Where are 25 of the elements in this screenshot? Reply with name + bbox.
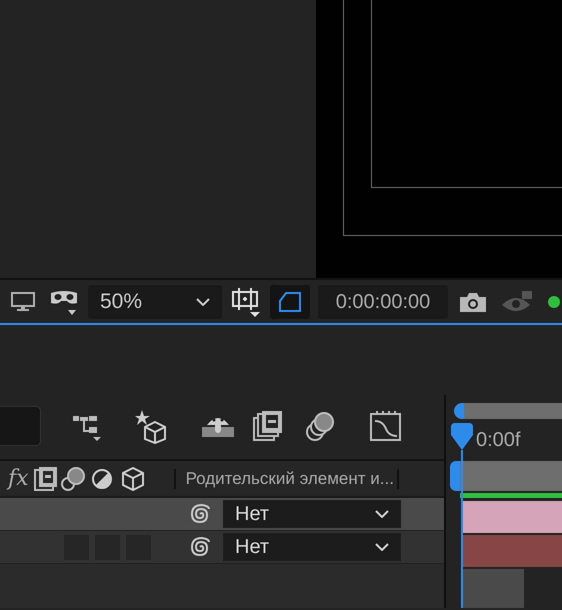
mask-visibility-toggle[interactable] [270, 284, 310, 318]
half-circle-icon[interactable] [90, 466, 114, 490]
cube-icon[interactable] [120, 466, 146, 492]
region-of-interest-icon[interactable] [230, 286, 262, 318]
graph-editor-icon[interactable] [369, 409, 403, 443]
timecode-display[interactable]: 0:00:00:00 [318, 284, 448, 318]
monitor-icon[interactable] [10, 290, 36, 312]
layered-circles-icon[interactable] [305, 410, 337, 442]
chevron-down-icon [196, 298, 210, 306]
chevron-down-icon [375, 510, 389, 518]
column-header[interactable]: Родительский элемент и... [186, 466, 394, 492]
fx-icon[interactable]: fx [5, 464, 32, 492]
film-frame-icon[interactable] [34, 466, 58, 492]
film-stack-icon[interactable] [253, 410, 283, 442]
layered-circles-icon[interactable] [60, 466, 86, 492]
layer-row[interactable]: Нет [0, 531, 444, 564]
search-field[interactable] [0, 406, 41, 446]
parent-dropdown[interactable]: Нет [223, 500, 401, 528]
time-label: 0:00f [476, 428, 520, 453]
chevron-down-icon [375, 543, 389, 551]
layer-row[interactable]: Нет [0, 498, 444, 531]
zoom-dropdown[interactable]: 50% [88, 284, 222, 318]
parent-dropdown[interactable]: Нет [223, 533, 401, 561]
empty-track-block [462, 569, 524, 608]
playhead-handle[interactable] [450, 423, 474, 451]
